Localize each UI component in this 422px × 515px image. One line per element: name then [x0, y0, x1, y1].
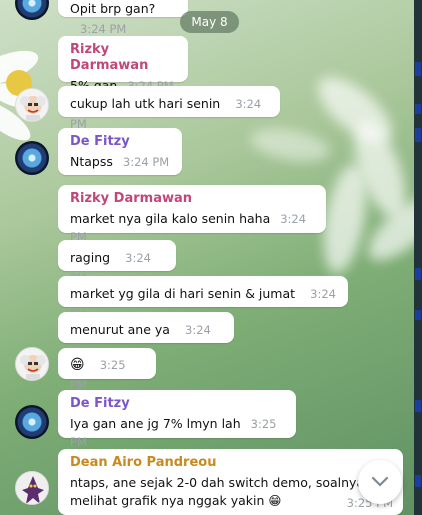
date-separator: May 8: [180, 11, 239, 33]
avatar[interactable]: [15, 88, 49, 122]
message-bubble: 😁 3:25 PM: [58, 348, 156, 392]
message-text: ntaps, ane sejak 2-0 dah switch demo, so…: [70, 475, 365, 490]
avatar[interactable]: [15, 347, 49, 381]
avatar[interactable]: [15, 141, 49, 175]
avatar[interactable]: [15, 405, 49, 439]
message-text: melihat grafik nya nggak yakin 😁: [70, 493, 282, 508]
message-text: Iya gan ane jg 7% lmyn lah: [70, 416, 241, 431]
avatar[interactable]: [15, 471, 49, 505]
message-time: 3:24 PM: [80, 22, 127, 36]
message-bubble: raging 3:24 PM: [58, 240, 176, 285]
message-bubble: market yg gila di hari senin & jumat 3:2…: [58, 276, 348, 321]
message-bubble: menurut ane ya 3:24 PM: [58, 312, 234, 357]
message-text: raging: [70, 250, 111, 265]
sender-name[interactable]: Rizky Darmawan: [70, 42, 178, 74]
scroll-down-button[interactable]: [358, 460, 402, 504]
sender-name[interactable]: De Fitzy: [70, 396, 286, 412]
chevron-down-icon: [371, 476, 389, 487]
window-edge: [414, 0, 422, 515]
message-text: market yg gila di hari senin & jumat: [70, 286, 296, 301]
sender-name[interactable]: Rizky Darmawan: [70, 191, 316, 207]
message-bubble: Rizky Darmawan market nya gila kalo seni…: [58, 185, 326, 244]
message-bubble: Rizky Darmawan 5% gan3:24 PM: [58, 36, 188, 93]
message-time: 3:24 PM: [122, 155, 170, 169]
emoji-grin: 😁: [70, 357, 85, 373]
sender-name[interactable]: De Fitzy: [70, 134, 172, 150]
sender-name[interactable]: Dean Airo Pandreou: [70, 455, 393, 471]
message-text: menurut ane ya: [70, 322, 170, 337]
message-text: Opit brp gan?: [70, 1, 156, 16]
message-text: Ntapss: [70, 154, 113, 169]
message-bubble: De Fitzy Iya gan ane jg 7% lmyn lah 3:25 …: [58, 390, 296, 449]
message-bubble: Opit brp gan? 3:24 PM: [58, 0, 188, 36]
message-text: market nya gila kalo senin haha: [70, 211, 271, 226]
message-bubble: Dean Airo Pandreou ntaps, ane sejak 2-0 …: [58, 449, 403, 515]
message-bubble: De Fitzy Ntapss 3:24 PM: [58, 128, 182, 175]
message-text: cukup lah utk hari senin: [70, 96, 221, 111]
message-bubble: cukup lah utk hari senin 3:24 PM: [58, 86, 280, 131]
